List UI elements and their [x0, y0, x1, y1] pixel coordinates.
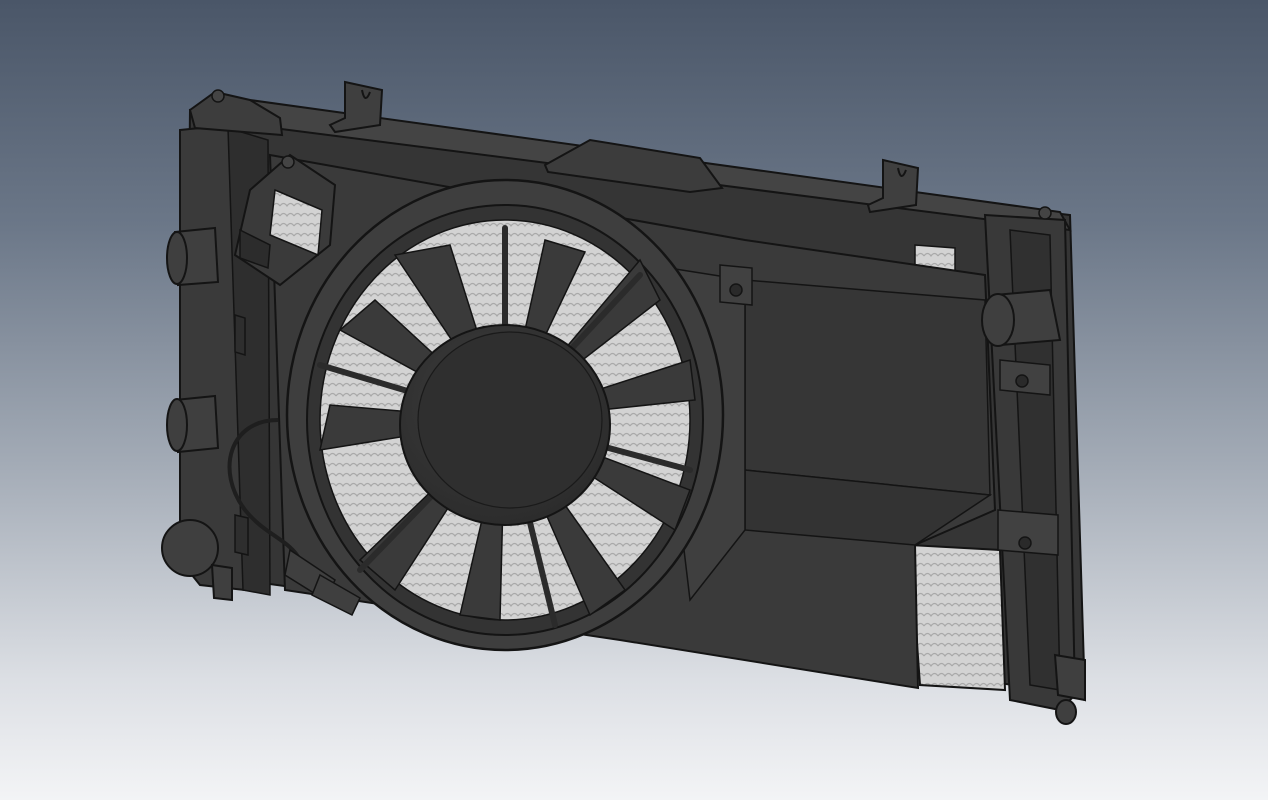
- 3d-viewport[interactable]: [0, 0, 1268, 800]
- mounting-bracket-left: [328, 80, 384, 134]
- radiator-core-mesh: [908, 543, 1007, 692]
- radiator-fan-model[interactable]: [0, 0, 1268, 800]
